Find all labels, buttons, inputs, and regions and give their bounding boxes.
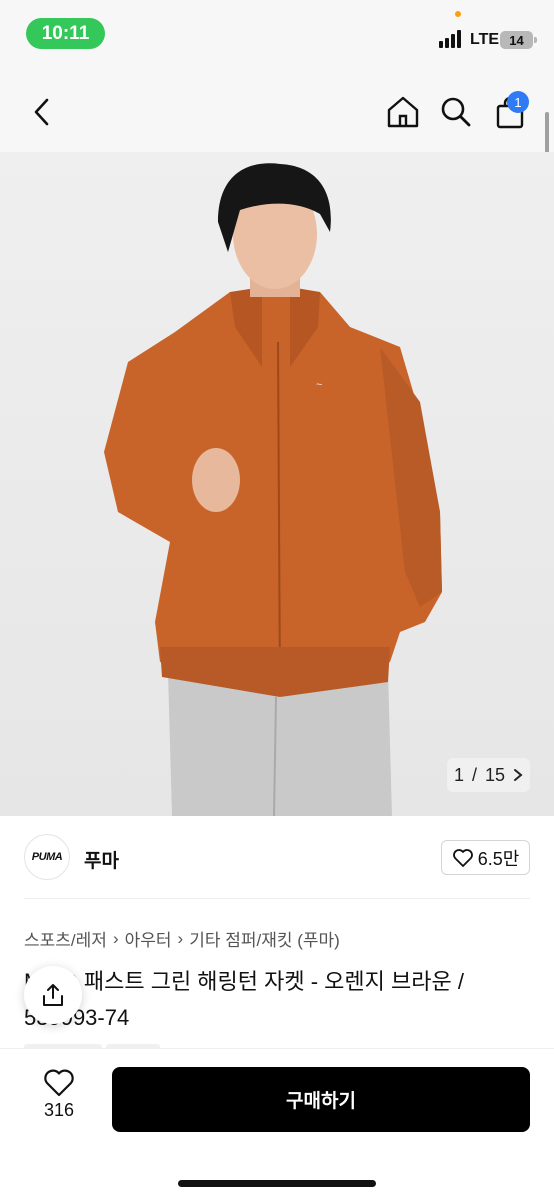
battery-tip — [534, 37, 537, 43]
brand-logo-text: PUMA — [31, 851, 63, 863]
breadcrumb-item[interactable]: 기타 점퍼/재킷 (푸마) — [189, 926, 340, 951]
home-icon — [387, 96, 419, 128]
jacket-logo: ~ — [316, 379, 322, 391]
wishlist-count: 316 — [43, 1100, 75, 1120]
current-page: 1 — [453, 764, 464, 785]
divider — [24, 898, 530, 899]
wishlist-button[interactable]: 316 — [28, 1068, 90, 1128]
cart-count-badge: 1 — [507, 91, 529, 113]
brand-logo[interactable]: PUMA — [24, 834, 70, 880]
buy-button[interactable]: 구매하기 — [112, 1067, 530, 1132]
page-separator: / — [471, 764, 477, 785]
chevron-right-icon: › — [177, 928, 184, 948]
breadcrumb-item[interactable]: 스포츠/레저 — [24, 926, 107, 951]
privacy-indicator-dot — [455, 11, 461, 17]
product-title: MMQ 패스트 그린 해링턴 자켓 - 오렌지 브라운 / 539993-74 — [24, 969, 464, 1030]
product-photo: ~ — [104, 163, 442, 816]
chevron-left-icon — [34, 98, 49, 126]
breadcrumb-item[interactable]: 아우터 — [125, 926, 172, 951]
brand-like-count: 6.5만 — [477, 848, 520, 869]
heart-icon — [44, 1069, 74, 1097]
home-indicator — [178, 1180, 376, 1187]
home-button[interactable] — [383, 92, 423, 132]
status-bar: 10:11 LTE 14 — [0, 0, 554, 70]
heart-icon — [452, 848, 473, 867]
share-icon — [43, 984, 63, 1006]
total-pages: 15 — [485, 764, 506, 785]
brand-like-button[interactable]: 6.5만 — [441, 840, 530, 875]
product-image[interactable]: ~ — [0, 152, 554, 816]
brand-name[interactable]: 푸마 — [84, 846, 119, 873]
image-page-counter[interactable]: 1 / 15 — [447, 758, 530, 792]
search-button[interactable] — [436, 92, 476, 132]
chevron-right-icon: › — [112, 928, 119, 948]
search-icon — [441, 97, 471, 127]
chevron-right-icon — [514, 769, 523, 781]
share-button[interactable] — [24, 966, 82, 1024]
battery-icon: 14 — [500, 31, 533, 49]
breadcrumb: 스포츠/레저 › 아우터 › 기타 점퍼/재킷 (푸마) — [24, 926, 340, 951]
status-time: 10:11 — [26, 18, 105, 49]
network-type: LTE — [470, 31, 500, 48]
signal-icon — [439, 30, 461, 48]
back-button[interactable] — [22, 90, 62, 134]
